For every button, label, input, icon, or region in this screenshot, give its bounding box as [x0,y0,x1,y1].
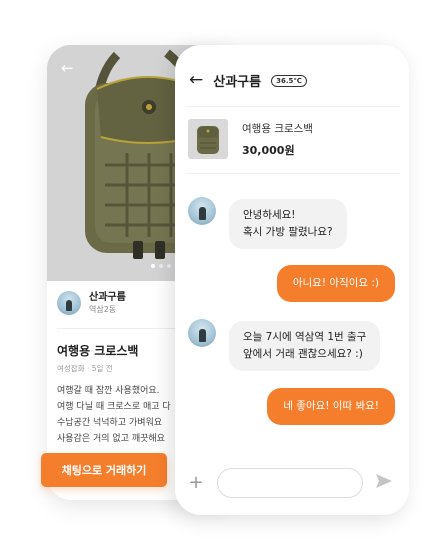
product-description: 여행갈 때 잠깐 사용했어요. 여행 다닐 때 크로스로 매고 다 수납공간 넉… [57,383,171,447]
avatar[interactable] [57,291,81,315]
product-meta: 여성잡화 · 5일 전 [57,364,113,373]
message-input-bar: + [185,465,401,501]
chat-product-card[interactable]: 여행용 크로스백 30,000원 [188,119,313,159]
pager-dot[interactable] [151,264,155,268]
back-arrow-icon[interactable]: ← [61,59,74,77]
message-line: 혹시 가방 팔렸나요? [243,226,333,238]
avatar[interactable] [188,197,216,225]
product-thumbnail[interactable] [188,119,228,159]
seller-profile[interactable]: 산과구름 역삼2동 [57,291,126,315]
message-bubble-received: 오늘 7시에 역삼역 1번 출구 앞에서 거래 괜찮으세요? :) [229,321,381,371]
chat-product-price: 30,000원 [242,143,295,157]
message-bubble-received: 안녕하세요! 혹시 가방 팔렸나요? [229,199,347,249]
pager-dot[interactable] [167,264,171,268]
pager-dot[interactable] [159,264,163,268]
description-line: 사용감은 거의 없고 깨끗해요 [57,434,165,444]
seller-name: 산과구름 [89,292,126,303]
chat-title: 산과구름 [213,75,262,90]
description-line: 여행갈 때 잠깐 사용했어요. [57,386,160,396]
message-line: 오늘 7시에 역삼역 1번 출구 [243,331,367,343]
message-line: 앞에서 거래 괜찮으세요? :) [243,348,363,360]
message-input[interactable] [217,468,363,498]
temperature-badge: 36.5℃ [271,74,307,87]
message-line: 안녕하세요! [243,209,296,221]
send-icon[interactable] [375,473,393,493]
description-line: 여행 다닐 때 크로스로 매고 다 [57,402,171,412]
divider [187,173,399,174]
avatar[interactable] [188,319,216,347]
chat-header: ← 산과구름 36.5℃ [189,71,307,90]
message-line: 네 좋아요! 이따 봐요! [283,400,379,412]
chat-product-title: 여행용 크로스백 [242,122,313,135]
plus-icon[interactable]: + [185,474,207,492]
description-line: 수납공간 넉넉하고 가벼워요 [57,418,163,428]
message-line: 아니요! 아직이요 :) [292,277,379,289]
product-title: 여행용 크로스백 [57,344,139,358]
chat-trade-button[interactable]: 채팅으로 거래하기 [41,453,167,487]
chat-screen: ← 산과구름 36.5℃ 여행용 크로스백 30,000원 안녕하세요! 혹시 … [175,45,409,515]
message-bubble-sent: 네 좋아요! 이따 봐요! [267,388,395,425]
backpack-thumbnail-image [188,119,228,159]
message-bubble-sent: 아니요! 아직이요 :) [276,265,395,302]
divider [187,106,399,107]
back-arrow-icon[interactable]: ← [189,72,203,89]
seller-location: 역삼2동 [89,305,117,314]
